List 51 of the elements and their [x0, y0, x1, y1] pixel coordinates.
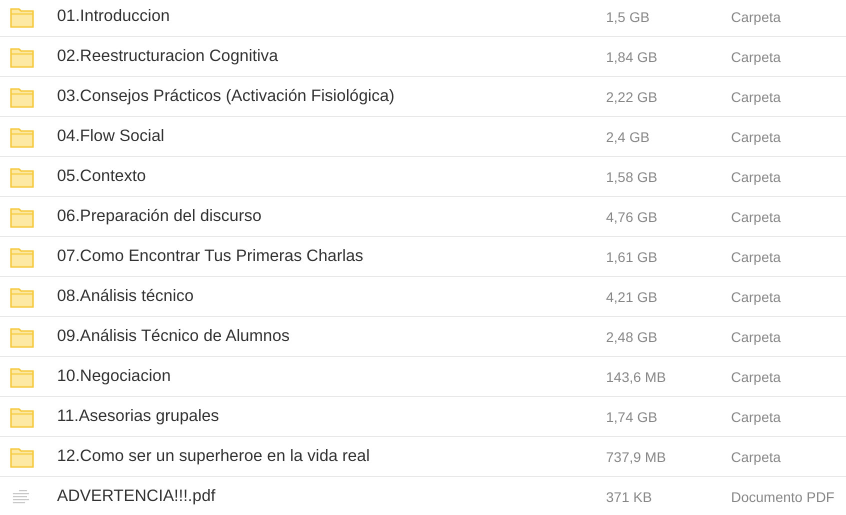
file-type: Carpeta — [731, 448, 781, 464]
folder-icon — [10, 6, 34, 28]
folder-icon — [10, 446, 34, 468]
file-size: 371 KB — [606, 488, 652, 504]
file-size: 2,4 GB — [606, 128, 650, 144]
file-type: Carpeta — [731, 368, 781, 384]
file-type: Documento PDF — [731, 488, 834, 504]
file-size: 143,6 MB — [606, 368, 666, 384]
folder-icon — [10, 326, 34, 348]
file-size: 1,5 GB — [606, 8, 650, 24]
file-size: 1,61 GB — [606, 248, 658, 264]
folder-icon — [10, 366, 34, 388]
file-type: Carpeta — [731, 208, 781, 224]
folder-icon — [10, 166, 34, 188]
file-name[interactable]: 07.Como Encontrar Tus Primeras Charlas — [57, 247, 364, 265]
file-name[interactable]: 11.Asesorias grupales — [57, 407, 220, 425]
file-type: Carpeta — [731, 128, 781, 144]
file-type: Carpeta — [731, 248, 781, 264]
folder-icon — [10, 246, 34, 268]
file-name[interactable]: 08.Análisis técnico — [57, 287, 194, 305]
file-name[interactable]: 04.Flow Social — [57, 127, 164, 145]
file-size: 1,74 GB — [606, 408, 658, 424]
file-name[interactable]: 05.Contexto — [57, 167, 146, 185]
file-name[interactable]: 12.Como ser un superheroe en la vida real — [57, 447, 370, 465]
file-size: 4,21 GB — [606, 288, 658, 304]
file-type: Carpeta — [731, 8, 781, 24]
file-name[interactable]: 01.Introduccion — [57, 7, 170, 25]
file-type: Carpeta — [731, 408, 781, 424]
file-size: 1,58 GB — [606, 168, 658, 184]
file-size: 2,22 GB — [606, 88, 658, 104]
file-type: Carpeta — [731, 328, 781, 344]
file-name[interactable]: 06.Preparación del discurso — [57, 207, 262, 225]
file-type: Carpeta — [731, 88, 781, 104]
file-name[interactable]: 03.Consejos Prácticos (Activación Fisiológica) — [57, 87, 394, 105]
folder-icon — [10, 286, 34, 308]
file-size: 4,76 GB — [606, 208, 658, 224]
file-type: Carpeta — [731, 48, 781, 64]
file-size: 1,84 GB — [606, 48, 658, 64]
file-type: Carpeta — [731, 288, 781, 304]
folder-icon — [10, 126, 34, 148]
file-name[interactable]: 10.Negociacion — [57, 367, 171, 385]
folder-icon — [10, 206, 34, 228]
file-name[interactable]: ADVERTENCIA!!!.pdf — [57, 487, 216, 505]
folder-icon — [10, 406, 34, 428]
file-size: 2,48 GB — [606, 328, 658, 344]
folder-icon — [10, 86, 34, 108]
file-name[interactable]: 09.Análisis Técnico de Alumnos — [57, 327, 290, 345]
file-type: Carpeta — [731, 168, 781, 184]
file-name[interactable]: 02.Reestructuracion Cognitiva — [57, 47, 278, 65]
folder-icon — [10, 46, 34, 68]
file-size: 737,9 MB — [606, 448, 666, 464]
